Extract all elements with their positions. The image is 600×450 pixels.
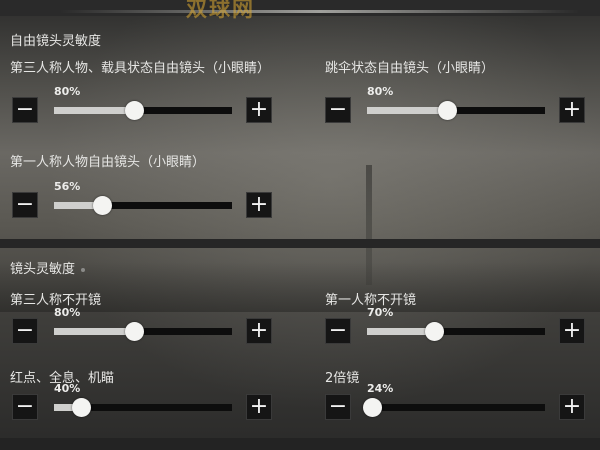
decrease-button[interactable]: − [325, 318, 351, 344]
increase-button[interactable]: + [246, 192, 272, 218]
slider-control-2x-scope: − 24% + [325, 382, 587, 434]
slider-handle[interactable] [363, 398, 383, 417]
value-label: 80% [54, 306, 81, 319]
decrease-button[interactable]: − [12, 318, 38, 344]
increase-button[interactable]: + [559, 394, 585, 420]
value-label: 70% [367, 306, 394, 319]
slider-fill [54, 107, 135, 114]
slider-track[interactable] [367, 101, 545, 120]
decrease-button[interactable]: − [325, 394, 351, 420]
increase-button[interactable]: + [246, 394, 272, 420]
decrease-button[interactable]: − [12, 192, 38, 218]
slider-control-fpp-free-look: − 56% + [12, 180, 274, 232]
label-2x-scope: 2倍镜 [325, 371, 360, 386]
increase-button[interactable]: + [246, 97, 272, 123]
bottom-bar [0, 438, 600, 450]
label-tpp-vehicle-free-look: 第三人称人物、载具状态自由镜头（小眼睛） [10, 61, 271, 76]
slider-track[interactable] [54, 322, 232, 341]
label-parachute-free-look: 跳伞状态自由镜头（小眼睛） [325, 61, 495, 76]
slider-fill [54, 328, 135, 335]
increase-button[interactable]: + [246, 318, 272, 344]
slider-handle[interactable] [125, 322, 145, 341]
slider-handle[interactable] [125, 101, 145, 120]
increase-button[interactable]: + [559, 318, 585, 344]
value-label: 40% [54, 382, 81, 395]
slider-handle[interactable] [93, 196, 113, 215]
decrease-button[interactable]: − [325, 97, 351, 123]
value-label: 56% [54, 180, 81, 193]
increase-button[interactable]: + [559, 97, 585, 123]
slider-fill [367, 107, 448, 114]
slider-track[interactable] [363, 398, 545, 417]
slider-track[interactable] [54, 101, 232, 120]
slider-control-tpp-vehicle-free-look: − 80% + [12, 85, 274, 137]
section-title-camera: 镜头灵敏度 [10, 258, 86, 277]
slider-fill [367, 328, 434, 335]
value-label: 24% [367, 382, 394, 395]
section-title-camera-dot [81, 267, 86, 272]
slider-control-parachute-free-look: − 80% + [325, 85, 587, 137]
section-title-camera-text: 镜头灵敏度 [10, 262, 76, 277]
value-label: 80% [54, 85, 81, 98]
slider-handle[interactable] [71, 398, 91, 417]
slider-track[interactable] [367, 322, 545, 341]
decrease-button[interactable]: − [12, 97, 38, 123]
slider-handle[interactable] [438, 101, 458, 120]
top-bar [0, 0, 600, 16]
label-fpp-free-look: 第一人称人物自由镜头（小眼睛） [10, 155, 206, 170]
top-bar-highlight [60, 10, 580, 13]
slider-control-fpp-no-scope: − 70% + [325, 306, 587, 358]
slider-control-red-dot-holo-iron: − 40% + [12, 382, 274, 434]
slider-track[interactable] [54, 398, 232, 417]
slider-handle[interactable] [424, 322, 444, 341]
decrease-button[interactable]: − [12, 394, 38, 420]
slider-track[interactable] [54, 196, 232, 215]
watermark: 双球网 [186, 0, 255, 21]
section-title-free-look: 自由镜头灵敏度 [10, 30, 101, 49]
slider-control-tpp-no-scope: − 80% + [12, 306, 274, 358]
section-title-free-look-text: 自由镜头灵敏度 [10, 34, 102, 49]
section-divider [0, 239, 600, 248]
value-label: 80% [367, 85, 394, 98]
